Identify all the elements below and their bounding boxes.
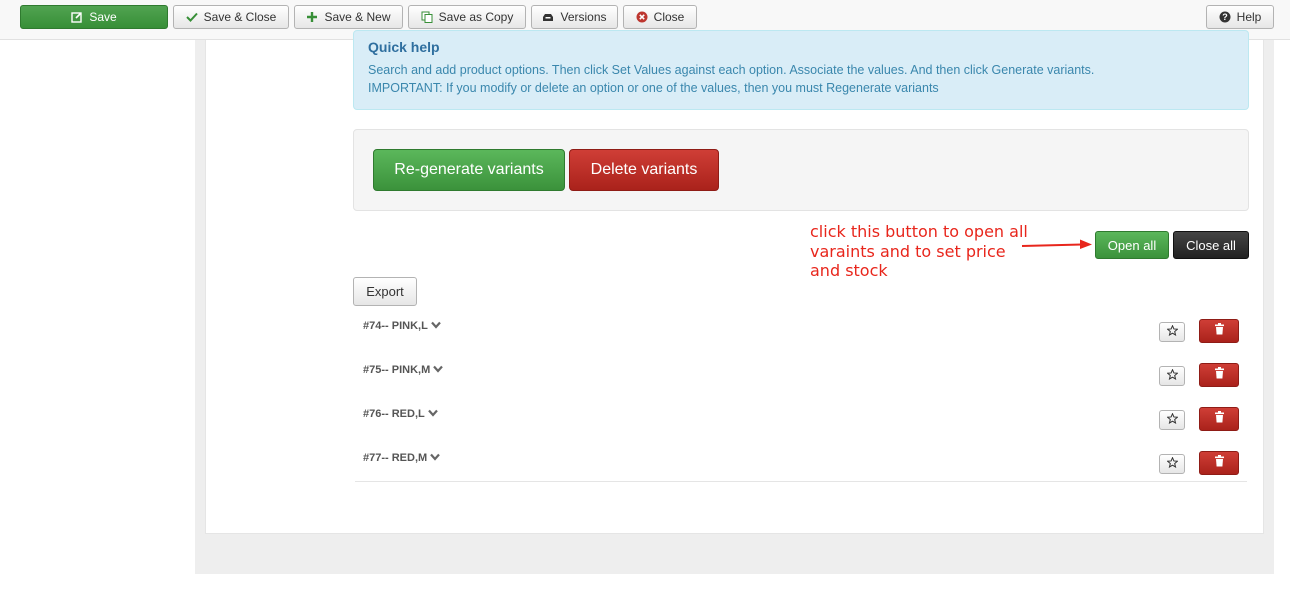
list-divider	[355, 481, 1247, 482]
left-column	[0, 40, 195, 602]
quick-help-text: Search and add product options. Then cli…	[368, 63, 1095, 77]
question-icon: ?	[1219, 11, 1231, 23]
edit-icon	[71, 11, 83, 23]
save-copy-label: Save as Copy	[438, 10, 514, 24]
delete-variant-button[interactable]	[1199, 451, 1239, 475]
svg-text:?: ?	[1222, 12, 1228, 22]
check-icon	[185, 11, 198, 23]
set-default-button[interactable]	[1159, 322, 1185, 342]
close-button[interactable]: Close	[623, 5, 697, 29]
plus-icon	[306, 11, 318, 23]
variant-row-toggle[interactable]: #77-- RED,M	[363, 452, 441, 464]
save-copy-button[interactable]: Save as Copy	[408, 5, 526, 29]
set-default-button[interactable]	[1159, 410, 1185, 430]
save-new-button[interactable]: Save & New	[294, 5, 403, 29]
chevron-down-icon	[427, 408, 438, 420]
trash-icon	[1214, 410, 1225, 428]
delete-variants-button[interactable]: Delete variants	[569, 149, 719, 191]
chevron-down-icon	[430, 452, 441, 464]
star-icon	[1165, 412, 1179, 427]
export-button[interactable]: Export	[353, 277, 417, 306]
save-close-label: Save & Close	[203, 10, 277, 24]
annotation-note: click this button to open all varaints a…	[810, 222, 1040, 281]
save-close-button[interactable]: Save & Close	[173, 5, 289, 29]
archive-icon	[542, 11, 554, 23]
close-all-button[interactable]: Close all	[1173, 231, 1249, 259]
quick-help-warning: IMPORTANT: If you modify or delete an op…	[368, 81, 939, 95]
versions-button[interactable]: Versions	[531, 5, 618, 29]
delete-variant-button[interactable]	[1199, 363, 1239, 387]
quick-help-alert: Quick help Search and add product option…	[353, 30, 1249, 110]
copy-icon	[421, 11, 433, 23]
star-icon	[1165, 368, 1179, 383]
open-all-button[interactable]: Open all	[1095, 231, 1169, 259]
save-new-label: Save & New	[324, 10, 391, 24]
annotation-arrow	[1021, 239, 1092, 249]
cancel-icon	[636, 11, 648, 23]
set-default-button[interactable]	[1159, 454, 1185, 474]
delete-variant-button[interactable]	[1199, 407, 1239, 431]
variant-row-toggle[interactable]: #76-- RED,L	[363, 408, 438, 420]
set-default-button[interactable]	[1159, 366, 1185, 386]
chevron-down-icon	[430, 320, 441, 332]
variant-label: #75-- PINK,M	[363, 364, 431, 376]
star-icon	[1165, 324, 1179, 339]
trash-icon	[1214, 366, 1225, 384]
star-icon	[1165, 456, 1179, 471]
quick-help-title: Quick help	[368, 39, 440, 55]
variant-label: #77-- RED,M	[363, 452, 428, 464]
variant-label: #76-- RED,L	[363, 408, 425, 420]
variant-label: #74-- PINK,L	[363, 320, 428, 332]
save-button[interactable]: Save	[20, 5, 168, 29]
close-label: Close	[653, 10, 685, 24]
help-button[interactable]: ? Help	[1206, 5, 1274, 29]
annotation-line-1: click this button to open all	[810, 222, 1028, 241]
versions-label: Versions	[560, 10, 607, 24]
annotation-line-2: varaints and to set price	[810, 241, 1006, 261]
variant-row-toggle[interactable]: #75-- PINK,M	[363, 364, 444, 376]
regenerate-variants-button[interactable]: Re-generate variants	[373, 149, 565, 191]
trash-icon	[1214, 454, 1225, 472]
help-label: Help	[1236, 10, 1262, 24]
trash-icon	[1214, 322, 1225, 340]
chevron-down-icon	[433, 364, 444, 376]
save-label: Save	[89, 10, 117, 24]
variant-row-toggle[interactable]: #74-- PINK,L	[363, 320, 441, 332]
annotation-line-3: and stock	[810, 261, 888, 280]
delete-variant-button[interactable]	[1199, 319, 1239, 343]
